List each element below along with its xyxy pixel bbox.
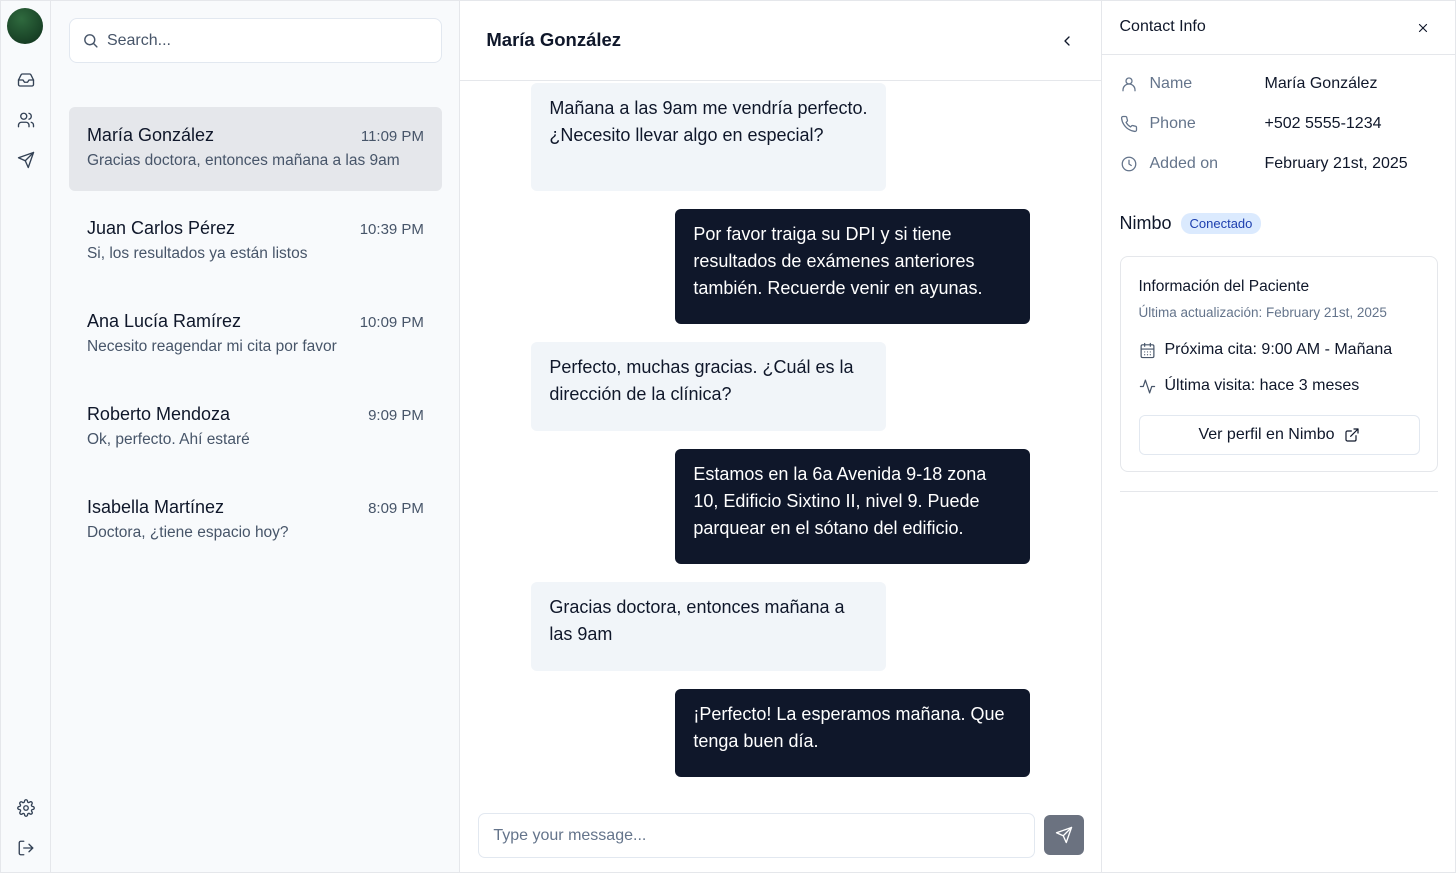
conversation-item[interactable]: Juan Carlos Pérez 10:39 PM Si, los resul… — [69, 200, 442, 284]
divider — [1119, 491, 1438, 492]
last-visit-text: Última visita: hace 3 meses — [1164, 377, 1360, 394]
user-icon — [1121, 77, 1136, 92]
conversation-list-panel: María González 11:09 PM Gracias doctora,… — [50, 1, 461, 872]
search-box — [68, 18, 442, 63]
conversation-item[interactable]: Ana Lucía Ramírez 10:09 PM Necesito reag… — [69, 293, 442, 377]
conversation-time: 8:09 PM — [368, 500, 424, 517]
conversation-name: Isabella Martínez — [86, 497, 225, 517]
last-visit: Última visita: hace 3 meses — [1139, 377, 1360, 395]
users-icon — [17, 112, 35, 128]
calendar-icon — [1140, 342, 1154, 358]
conversation-preview: Gracias doctora, entonces mañana a las 9… — [86, 152, 400, 169]
message-outgoing: ¡Perfecto! La esperamos mañana. Que teng… — [675, 689, 1031, 777]
last-update: Última actualización: February 21st, 202… — [1138, 305, 1387, 320]
logout-button[interactable] — [14, 836, 38, 860]
contact-field-phone: Phone +502 5555-1234 — [1120, 113, 1440, 135]
conversation-time: 10:09 PM — [359, 314, 424, 331]
chevron-left-icon — [1063, 36, 1070, 46]
conversation-item[interactable]: Roberto Mendoza 9:09 PM Ok, perfecto. Ah… — [69, 386, 442, 470]
phone-icon — [1120, 115, 1137, 133]
contact-info-header: Contact Info — [1101, 1, 1456, 55]
message-list[interactable]: Mañana a las 9am me vendría perfecto. ¿N… — [460, 82, 1100, 794]
conversation-preview: Doctora, ¿tiene espacio hoy? — [86, 524, 289, 541]
conversation-item[interactable]: María González 11:09 PM Gracias doctora,… — [68, 107, 442, 191]
contact-field-name: Name María González — [1120, 73, 1440, 95]
close-icon — [1418, 23, 1428, 33]
send-icon — [1056, 826, 1073, 844]
field-label: Added on — [1149, 155, 1219, 172]
field-value: February 21st, 2025 — [1264, 155, 1408, 172]
contact-info-panel: Contact Info Name María González Phone +… — [1101, 1, 1456, 872]
next-appointment-text: Próxima cita: 9:00 AM - Mañana — [1164, 341, 1393, 358]
message-outgoing: Por favor traiga su DPI y si tiene resul… — [675, 209, 1031, 324]
paper-plane-icon — [17, 151, 35, 169]
conversation-preview: Si, los resultados ya están listos — [86, 245, 308, 262]
gear-icon — [17, 799, 35, 817]
search-input[interactable] — [106, 31, 427, 50]
message-outgoing: Estamos en la 6a Avenida 9-18 zona 10, E… — [675, 449, 1031, 564]
nav-rail — [1, 1, 51, 872]
message-composer — [478, 813, 1085, 858]
contact-field-added: Added on February 21st, 2025 — [1120, 153, 1440, 175]
patient-info-card: Información del Paciente Última actualiz… — [1119, 256, 1438, 472]
status-badge: Conectado — [1180, 213, 1262, 234]
chat-panel: María González Mañana a las 9am me vendr… — [460, 1, 1102, 872]
external-link-icon — [1344, 428, 1359, 442]
message-incoming: Mañana a las 9am me vendría perfecto. ¿N… — [531, 83, 887, 191]
field-value: María González — [1264, 75, 1378, 92]
next-appointment: Próxima cita: 9:00 AM - Mañana — [1139, 341, 1393, 359]
chat-title: María González — [486, 29, 622, 50]
message-incoming: Gracias doctora, entonces mañana a las 9… — [531, 582, 887, 671]
field-label: Phone — [1149, 115, 1196, 132]
view-profile-button[interactable]: Ver perfil en Nimbo — [1138, 415, 1420, 455]
view-profile-label: Ver perfil en Nimbo — [1198, 426, 1335, 443]
contacts-button[interactable] — [14, 108, 38, 132]
clock-icon — [1121, 156, 1136, 172]
app-window: María González 11:09 PM Gracias doctora,… — [0, 0, 1456, 873]
send-button[interactable] — [1044, 815, 1085, 855]
activity-icon — [1139, 379, 1155, 393]
search-icon — [84, 34, 98, 48]
user-avatar[interactable] — [7, 8, 43, 44]
settings-button[interactable] — [14, 796, 38, 820]
field-label: Name — [1149, 75, 1193, 92]
nimbo-section-header: Nimbo Conectado — [1120, 213, 1262, 234]
card-title: Información del Paciente — [1138, 278, 1310, 295]
collapse-panel-button[interactable] — [1055, 29, 1079, 53]
conversation-time: 10:39 PM — [359, 221, 424, 238]
message-input[interactable] — [478, 813, 1036, 858]
send-nav-button[interactable] — [14, 148, 38, 172]
conversation-preview: Ok, perfecto. Ahí estaré — [86, 431, 250, 448]
conversation-time: 11:09 PM — [360, 128, 424, 145]
chat-header: María González — [460, 1, 1101, 81]
contact-info-title: Contact Info — [1119, 18, 1206, 35]
message-incoming: Perfecto, muchas gracias. ¿Cuál es la di… — [531, 342, 887, 431]
field-value: +502 5555-1234 — [1264, 115, 1382, 132]
conversation-time: 9:09 PM — [368, 407, 424, 424]
inbox-icon — [17, 73, 35, 87]
conversation-name: Roberto Mendoza — [86, 404, 231, 424]
logout-icon — [18, 840, 34, 856]
conversation-name: María González — [86, 125, 214, 145]
close-button[interactable] — [1413, 18, 1433, 38]
nimbo-title: Nimbo — [1119, 213, 1172, 233]
conversation-name: Juan Carlos Pérez — [86, 218, 236, 238]
conversation-name: Ana Lucía Ramírez — [86, 311, 242, 331]
conversation-preview: Necesito reagendar mi cita por favor — [86, 338, 337, 355]
conversation-item[interactable]: Isabella Martínez 8:09 PM Doctora, ¿tien… — [69, 479, 442, 563]
inbox-button[interactable] — [14, 68, 38, 92]
